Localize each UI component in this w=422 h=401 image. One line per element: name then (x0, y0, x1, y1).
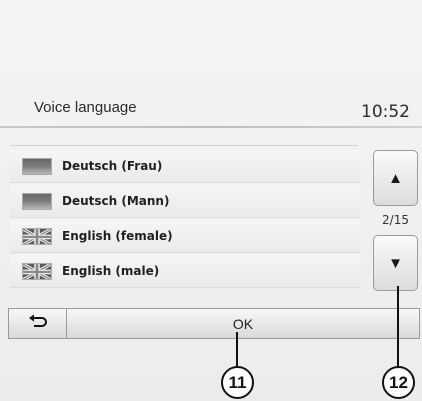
callout-12: 12 (382, 366, 415, 399)
bottom-bar: OK (8, 308, 420, 339)
back-arrow-icon (28, 314, 48, 333)
list-item-english-female[interactable]: English (female) (10, 220, 360, 253)
header-divider (0, 126, 422, 128)
clock: 10:52 (361, 102, 410, 122)
uk-flag-icon (22, 227, 52, 246)
list-item-english-male[interactable]: English (male) (10, 255, 360, 288)
callout-11: 11 (221, 366, 254, 399)
triangle-down-icon: ▼ (388, 254, 403, 272)
language-list: Deutsch (Frau) Deutsch (Mann) English (f… (10, 150, 360, 290)
ok-button[interactable]: OK (67, 309, 419, 338)
german-flag-icon (22, 157, 52, 175)
header-bar: Voice language 10:52 (0, 96, 422, 130)
page-title: Voice language (34, 99, 137, 116)
callout-12-line (397, 286, 399, 367)
scroll-up-button[interactable]: ▲ (373, 150, 418, 206)
list-item-deutsch-frau[interactable]: Deutsch (Frau) (10, 150, 360, 183)
list-item-label: Deutsch (Mann) (62, 194, 170, 208)
german-flag-icon (22, 192, 52, 210)
page-indicator: 2/15 (382, 213, 409, 227)
list-item-label: Deutsch (Frau) (62, 159, 163, 173)
list-item-label: English (female) (62, 229, 173, 243)
scroll-down-button[interactable]: ▼ (373, 235, 418, 291)
list-divider (10, 145, 358, 146)
back-button[interactable] (9, 309, 67, 338)
callout-11-line (236, 332, 238, 367)
uk-flag-icon (22, 262, 52, 281)
list-item-label: English (male) (62, 264, 160, 278)
triangle-up-icon: ▲ (388, 169, 403, 187)
list-item-deutsch-mann[interactable]: Deutsch (Mann) (10, 185, 360, 218)
